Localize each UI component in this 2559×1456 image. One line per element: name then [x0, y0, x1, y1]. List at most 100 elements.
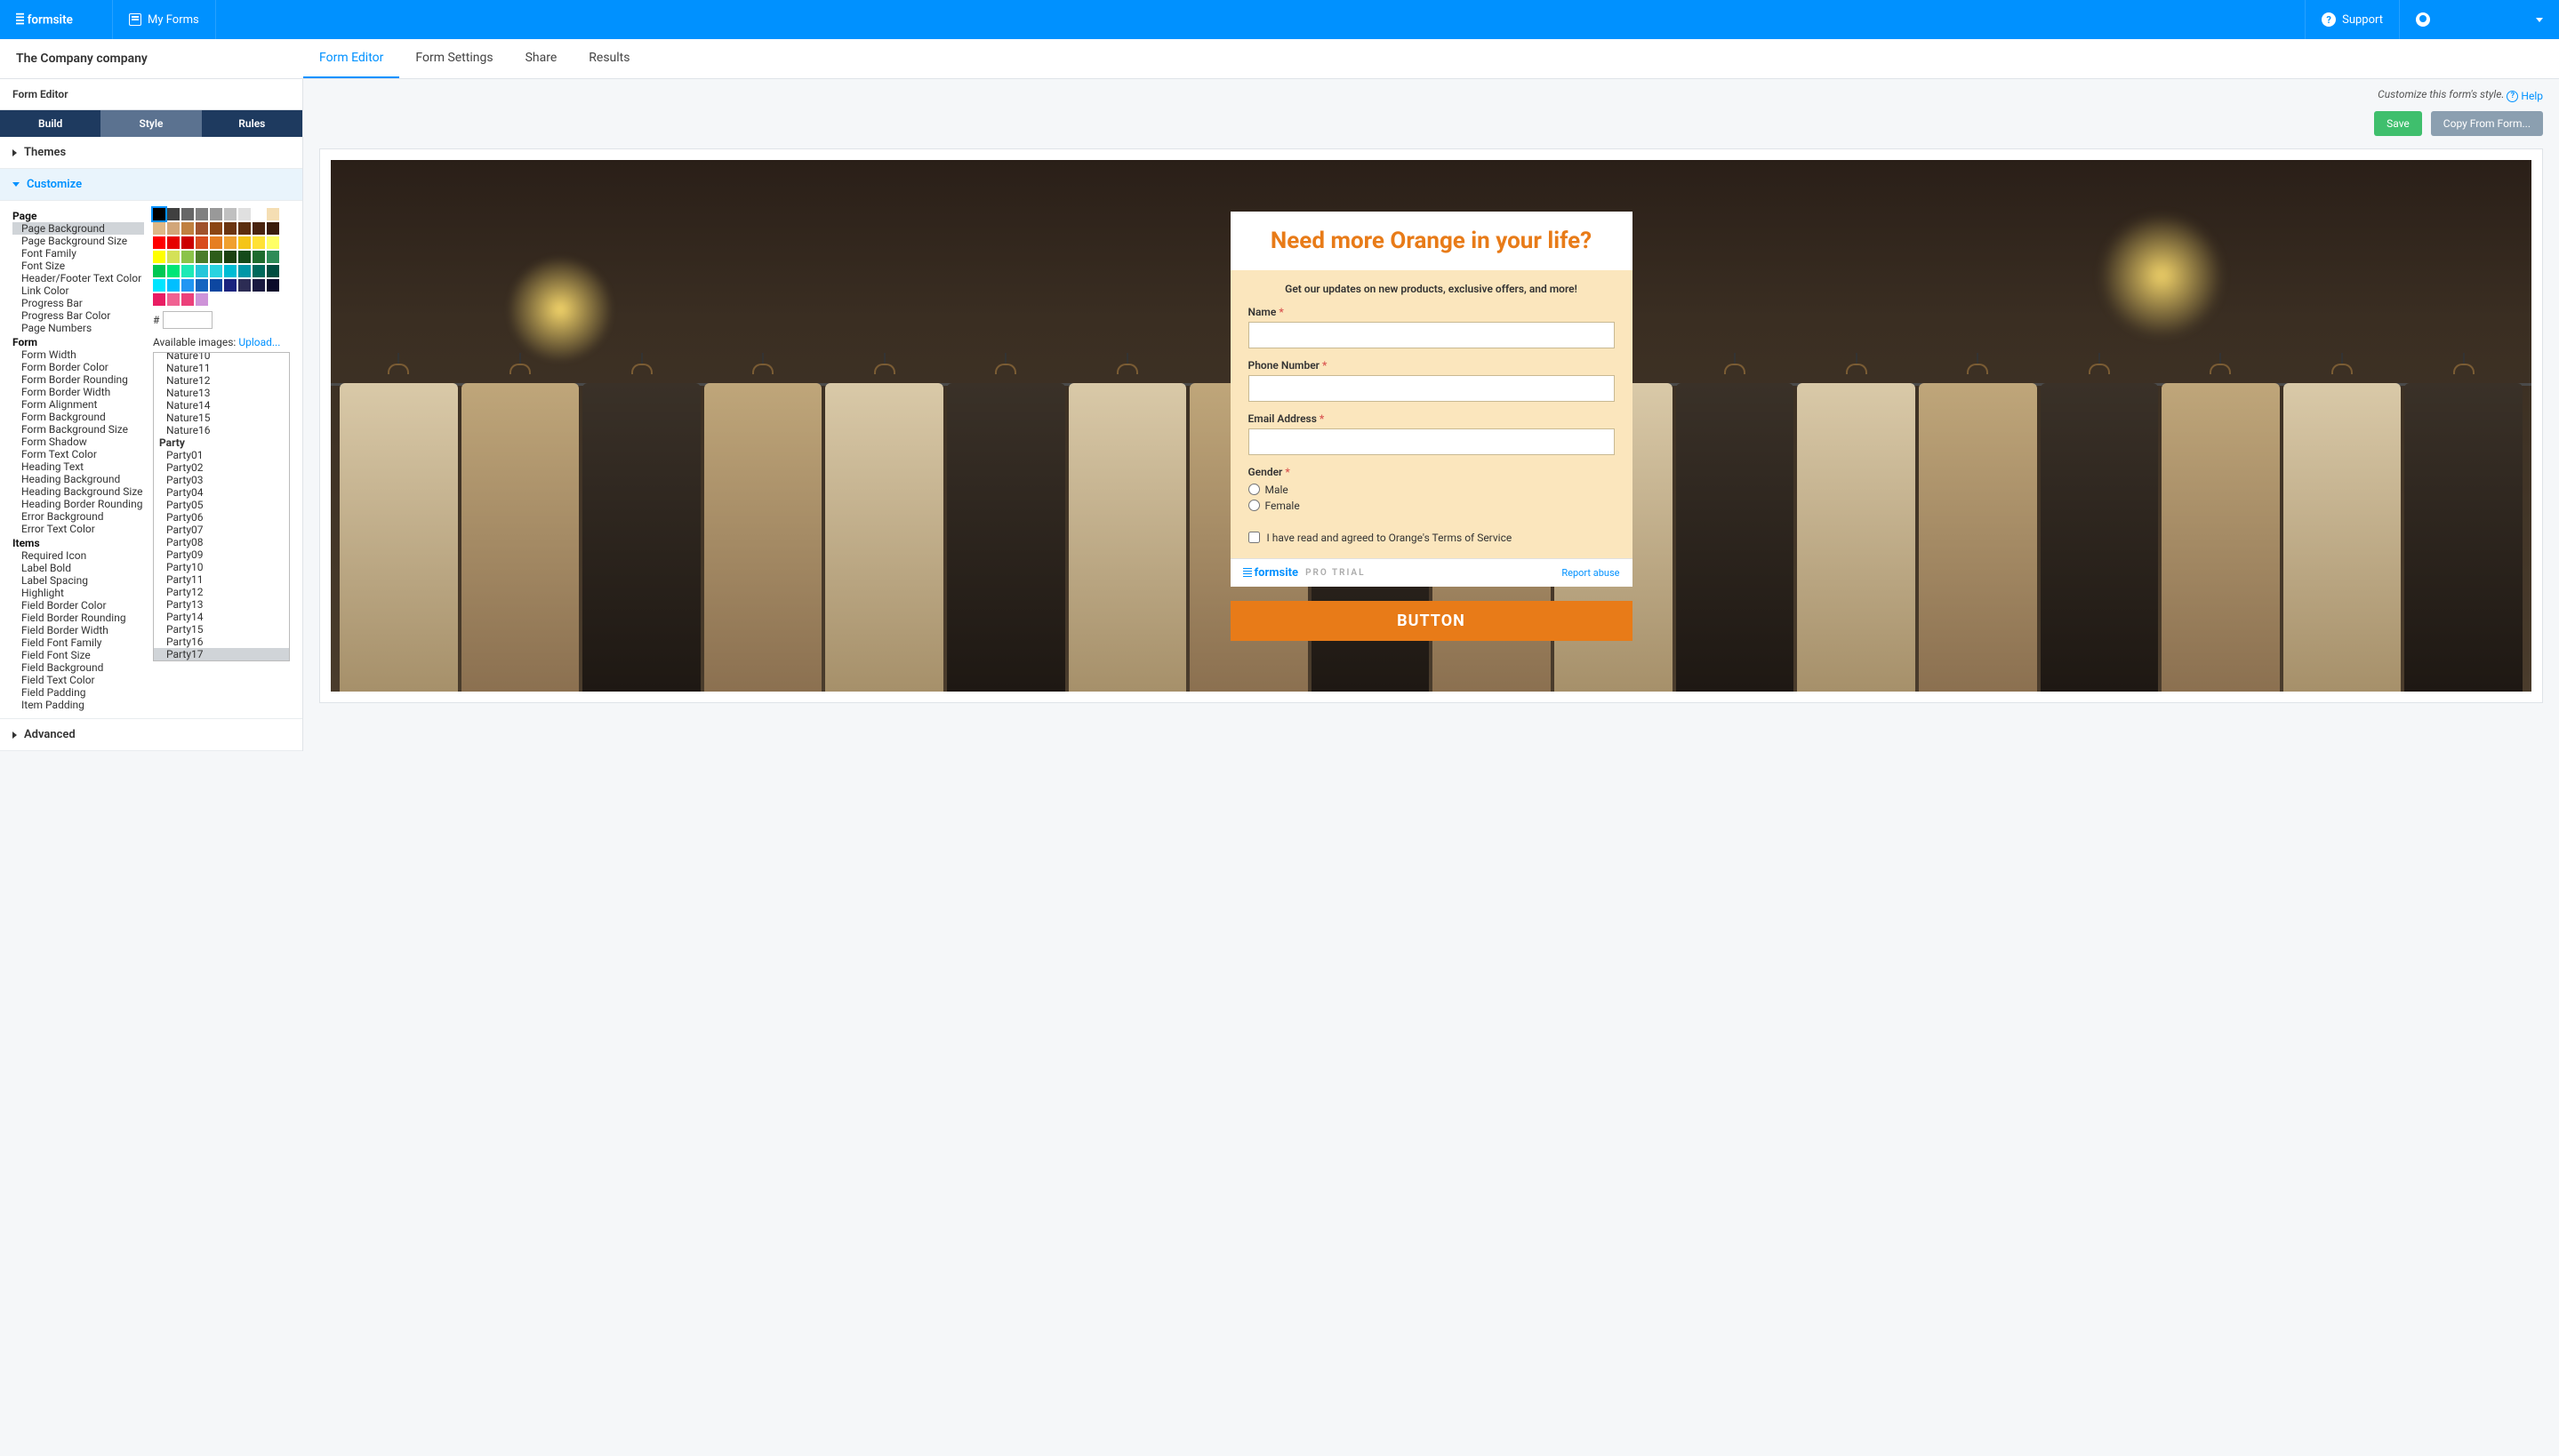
color-swatch[interactable] — [167, 293, 180, 306]
panel-tab-build[interactable]: Build — [0, 110, 100, 137]
color-swatch[interactable] — [224, 251, 237, 263]
color-swatch[interactable] — [253, 279, 265, 292]
image-item[interactable]: Nature15 — [154, 412, 289, 424]
tab-results[interactable]: Results — [573, 39, 646, 78]
color-swatch[interactable] — [224, 265, 237, 277]
prop-item[interactable]: Heading Background — [12, 473, 144, 485]
prop-item[interactable]: Heading Background Size — [12, 485, 144, 498]
image-item[interactable]: Party03 — [154, 474, 289, 486]
prop-item[interactable]: Item Padding — [12, 699, 144, 711]
prop-item[interactable]: Field Font Family — [12, 636, 144, 649]
color-swatch[interactable] — [167, 236, 180, 249]
color-swatch[interactable] — [153, 208, 165, 220]
color-swatch[interactable] — [253, 222, 265, 235]
color-swatch[interactable] — [153, 236, 165, 249]
hex-input[interactable] — [163, 311, 213, 329]
prop-item[interactable]: Header/Footer Text Color — [12, 272, 144, 284]
color-swatch[interactable] — [153, 279, 165, 292]
prop-item[interactable]: Error Text Color — [12, 523, 144, 535]
prop-item[interactable]: Form Background Size — [12, 423, 144, 436]
color-swatch[interactable] — [196, 279, 208, 292]
color-swatch[interactable] — [181, 265, 194, 277]
image-item[interactable]: Party14 — [154, 611, 289, 623]
prop-item[interactable]: Label Spacing — [12, 574, 144, 587]
image-list[interactable]: Nature09Nature10Nature11Nature12Nature13… — [153, 352, 290, 661]
image-item[interactable]: Nature13 — [154, 387, 289, 399]
prop-item[interactable]: Page Background Size — [12, 235, 144, 247]
image-item[interactable]: Nature16 — [154, 424, 289, 436]
support-link[interactable]: ? Support — [2305, 0, 2399, 39]
prop-item[interactable]: Link Color — [12, 284, 144, 297]
prop-item[interactable]: Form Border Color — [12, 361, 144, 373]
my-forms-link[interactable]: My Forms — [113, 0, 216, 39]
color-swatch[interactable] — [253, 265, 265, 277]
prop-item[interactable]: Form Alignment — [12, 398, 144, 411]
color-swatch[interactable] — [153, 222, 165, 235]
color-swatch[interactable] — [238, 251, 251, 263]
save-button[interactable]: Save — [2374, 111, 2422, 136]
color-swatch[interactable] — [196, 293, 208, 306]
color-swatch[interactable] — [210, 265, 222, 277]
tab-form-settings[interactable]: Form Settings — [399, 39, 509, 78]
color-swatch[interactable] — [167, 265, 180, 277]
color-swatch[interactable] — [167, 251, 180, 263]
color-swatch[interactable] — [238, 279, 251, 292]
prop-item[interactable]: Form Border Rounding — [12, 373, 144, 386]
color-swatch[interactable] — [196, 251, 208, 263]
tab-form-editor[interactable]: Form Editor — [303, 39, 399, 78]
tos-checkbox[interactable] — [1248, 532, 1260, 543]
color-swatch[interactable] — [267, 265, 279, 277]
color-swatches[interactable] — [153, 208, 281, 306]
color-swatch[interactable] — [253, 208, 265, 220]
prop-item[interactable]: Required Icon — [12, 549, 144, 562]
prop-item[interactable]: Font Family — [12, 247, 144, 260]
color-swatch[interactable] — [238, 236, 251, 249]
color-swatch[interactable] — [238, 265, 251, 277]
formsite-mini-logo[interactable]: formsite — [1243, 566, 1299, 580]
prop-item[interactable]: Form Border Width — [12, 386, 144, 398]
color-swatch[interactable] — [224, 222, 237, 235]
gender-male-radio[interactable] — [1248, 484, 1260, 495]
color-swatch[interactable] — [210, 279, 222, 292]
image-item[interactable]: Nature11 — [154, 362, 289, 374]
prop-item[interactable]: Form Shadow — [12, 436, 144, 448]
color-swatch[interactable] — [210, 208, 222, 220]
color-swatch[interactable] — [196, 236, 208, 249]
email-input[interactable] — [1248, 428, 1615, 455]
color-swatch[interactable] — [267, 222, 279, 235]
color-swatch[interactable] — [210, 251, 222, 263]
panel-tab-style[interactable]: Style — [100, 110, 201, 137]
prop-item[interactable]: Field Padding — [12, 686, 144, 699]
prop-item[interactable]: Form Width — [12, 348, 144, 361]
color-swatch[interactable] — [196, 265, 208, 277]
image-item[interactable]: Party05 — [154, 499, 289, 511]
image-item[interactable]: Party12 — [154, 586, 289, 598]
logo[interactable]: formsite — [0, 0, 113, 39]
color-swatch[interactable] — [167, 279, 180, 292]
color-swatch[interactable] — [181, 279, 194, 292]
prop-item[interactable]: Page Background — [12, 222, 144, 235]
image-item[interactable]: Nature12 — [154, 374, 289, 387]
image-item[interactable]: Party13 — [154, 598, 289, 611]
prop-item[interactable]: Progress Bar Color — [12, 309, 144, 322]
prop-item[interactable]: Font Size — [12, 260, 144, 272]
section-customize[interactable]: Customize — [0, 169, 302, 201]
color-swatch[interactable] — [181, 293, 194, 306]
image-item[interactable]: Party06 — [154, 511, 289, 524]
name-input[interactable] — [1248, 322, 1615, 348]
color-swatch[interactable] — [181, 251, 194, 263]
prop-item[interactable]: Heading Border Rounding — [12, 498, 144, 510]
upload-link[interactable]: Upload... — [238, 336, 280, 348]
prop-item[interactable]: Highlight — [12, 587, 144, 599]
color-swatch[interactable] — [267, 251, 279, 263]
tab-share[interactable]: Share — [509, 39, 574, 78]
color-swatch[interactable] — [181, 236, 194, 249]
color-swatch[interactable] — [153, 265, 165, 277]
image-item[interactable]: Party11 — [154, 573, 289, 586]
color-swatch[interactable] — [238, 208, 251, 220]
color-swatch[interactable] — [267, 236, 279, 249]
section-advanced[interactable]: Advanced — [0, 719, 302, 751]
color-swatch[interactable] — [267, 208, 279, 220]
section-themes[interactable]: Themes — [0, 137, 302, 169]
image-item[interactable]: Party10 — [154, 561, 289, 573]
